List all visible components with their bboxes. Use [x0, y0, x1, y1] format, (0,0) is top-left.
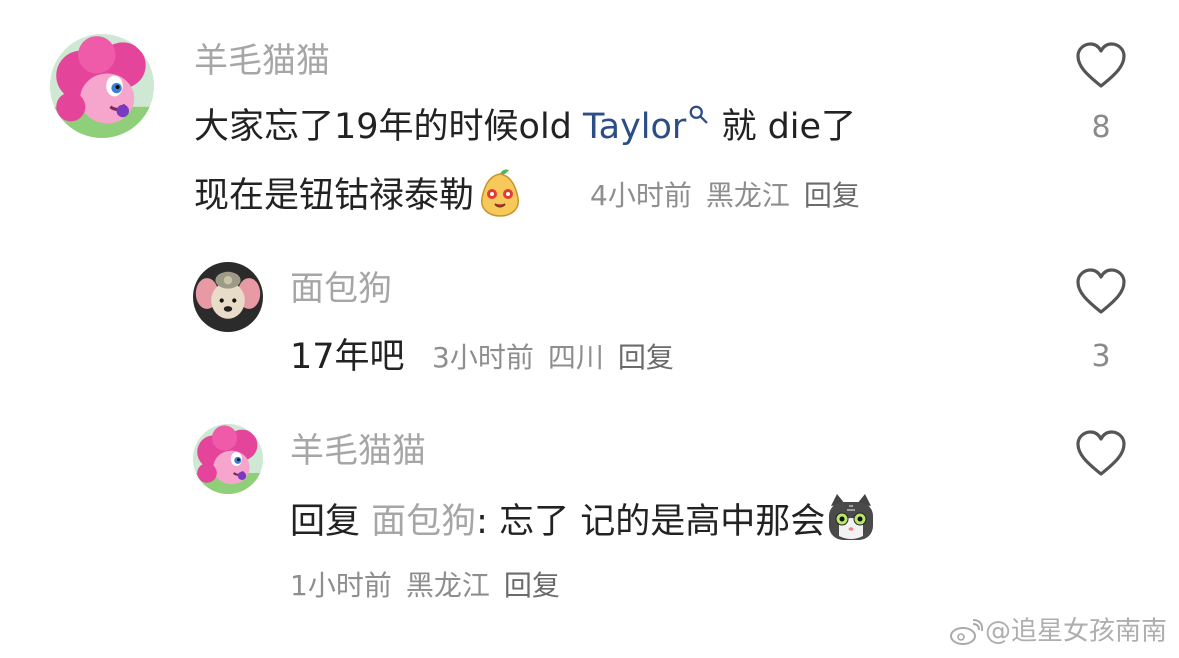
comment-text-line-2-content: 现在是钮钴禄泰勒: [194, 176, 475, 216]
search-link-label: Taylor: [583, 107, 687, 147]
username[interactable]: 羊毛猫猫: [290, 434, 426, 468]
search-icon: [689, 105, 708, 124]
heart-icon: [1076, 42, 1126, 88]
pony-avatar-image: [50, 34, 154, 138]
pony-avatar-image: [193, 424, 263, 494]
timestamp: 3小时前: [432, 341, 534, 374]
like-button[interactable]: [1074, 268, 1128, 316]
comment-text-content: : 忘了 记的是高中那会: [476, 502, 826, 542]
timestamp: 4小时前: [590, 179, 692, 212]
weibo-logo-icon: [949, 619, 983, 645]
comment-meta: 3小时前 四川 回复: [432, 344, 688, 372]
like-count: 3: [1091, 339, 1111, 374]
cat-face-emoji: [829, 494, 874, 540]
location: 黑龙江: [705, 179, 790, 212]
like-button[interactable]: [1074, 430, 1128, 478]
location: 黑龙江: [405, 569, 490, 602]
reply-button[interactable]: 回复: [618, 341, 674, 374]
comment-text-content: 17年吧: [290, 337, 405, 377]
comment-text-line-2: 现在是钮钴禄泰勒: [194, 169, 526, 218]
comment-meta: 1小时前 黑龙江 回复: [290, 572, 574, 600]
username[interactable]: 面包狗: [290, 272, 392, 306]
comment-meta: 4小时前 黑龙江 回复: [590, 182, 874, 210]
comment-text-start: 大家忘了19年的时候old: [194, 107, 584, 147]
search-link[interactable]: Taylor: [583, 105, 710, 147]
timestamp: 1小时前: [290, 569, 392, 602]
watermark: @追星女孩南南: [949, 618, 1167, 646]
comment-text-end: 就 die了: [721, 107, 857, 147]
location: 四川: [547, 341, 604, 374]
reply-button[interactable]: 回复: [504, 569, 560, 602]
heart-icon: [1076, 430, 1126, 476]
reply-prefix: 回复: [290, 502, 361, 542]
comment-text: 回复 面包狗: 忘了 记的是高中那会: [290, 494, 877, 544]
dog-avatar-image: [193, 262, 263, 332]
avatar[interactable]: [193, 424, 263, 494]
watermark-text: @追星女孩南南: [984, 616, 1167, 647]
avatar[interactable]: [50, 34, 154, 138]
pear-face-emoji: [481, 169, 519, 217]
comment-text: 大家忘了19年的时候old Taylor 就 die了: [194, 105, 857, 147]
like-button[interactable]: [1074, 42, 1128, 90]
like-count: 8: [1091, 110, 1111, 145]
mention-link[interactable]: 面包狗: [371, 502, 476, 542]
heart-icon: [1076, 268, 1126, 314]
username[interactable]: 羊毛猫猫: [194, 44, 330, 78]
reply-button[interactable]: 回复: [804, 179, 860, 212]
comment-text: 17年吧: [290, 340, 405, 375]
avatar[interactable]: [193, 262, 263, 332]
